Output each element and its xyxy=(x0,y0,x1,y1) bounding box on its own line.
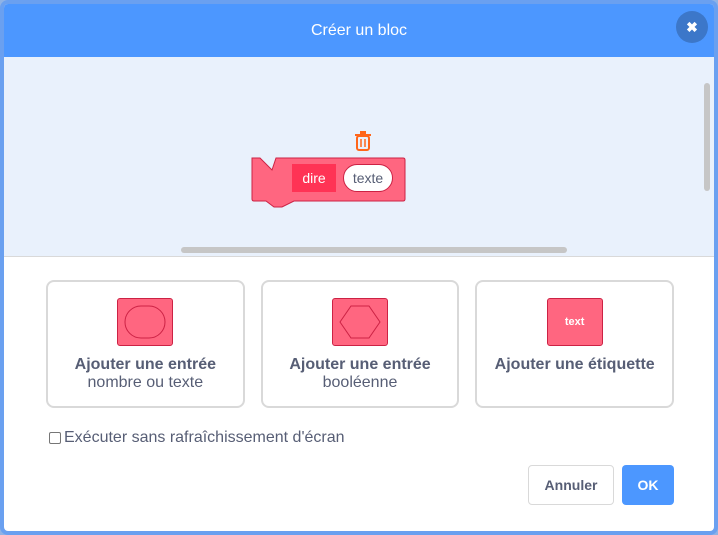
boolean-input-icon xyxy=(332,298,388,346)
create-block-dialog: Créer un bloc ✖ dire texte Ajouter une e… xyxy=(0,0,718,535)
label-icon-text: text xyxy=(564,316,585,328)
option-title: Ajouter une étiquette xyxy=(494,356,655,373)
cancel-button[interactable]: Annuler xyxy=(528,465,614,505)
option-subtitle: nombre ou texte xyxy=(87,374,204,391)
dialog-header: Créer un bloc ✖ xyxy=(4,4,714,57)
ok-button[interactable]: OK xyxy=(622,465,674,505)
horizontal-scrollbar[interactable] xyxy=(181,247,567,253)
option-title: Ajouter une entrée xyxy=(74,356,217,373)
close-button[interactable]: ✖ xyxy=(676,11,708,43)
block-label-dire[interactable]: dire xyxy=(292,164,336,192)
dialog-title: Créer un bloc xyxy=(310,21,408,39)
label-icon: text xyxy=(546,298,603,346)
number-text-input-icon xyxy=(117,298,174,346)
block-text-input[interactable]: texte xyxy=(343,164,393,192)
run-without-refresh-checkbox[interactable] xyxy=(49,432,61,444)
option-title: Ajouter une entrée xyxy=(289,356,431,373)
add-label-button[interactable]: text Ajouter une étiquette xyxy=(475,280,675,408)
option-subtitle: booléenne xyxy=(322,374,398,391)
run-without-refresh-label[interactable]: Exécuter sans rafraîchissement d'écran xyxy=(64,429,345,447)
add-options: Ajouter une entrée nombre ou texte Ajout… xyxy=(46,280,675,408)
block-preview-workspace[interactable]: dire texte xyxy=(4,57,714,257)
run-without-refresh-row[interactable]: Exécuter sans rafraîchissement d'écran xyxy=(49,429,345,447)
close-icon: ✖ xyxy=(686,18,698,35)
trash-icon[interactable] xyxy=(354,131,372,151)
vertical-scrollbar[interactable] xyxy=(704,83,710,191)
add-boolean-input-button[interactable]: Ajouter une entrée booléenne xyxy=(260,280,460,408)
add-number-text-input-button[interactable]: Ajouter une entrée nombre ou texte xyxy=(46,280,245,408)
